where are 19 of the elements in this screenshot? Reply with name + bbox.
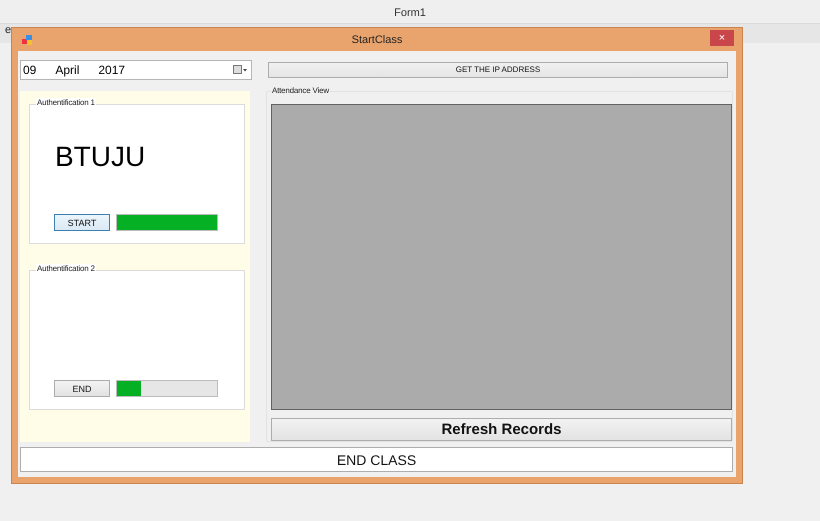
date-picker[interactable]: 09 April 2017 [20,60,252,80]
refresh-button[interactable]: Refresh Records [271,418,732,441]
window-title: StartClass [352,34,402,46]
get-ip-button[interactable]: GET THE IP ADDRESS [268,62,728,78]
calendar-dropdown-icon[interactable] [233,64,247,74]
end-class-button[interactable]: END CLASS [20,447,733,472]
date-year: 2017 [98,62,126,76]
close-button[interactable]: × [710,30,734,46]
code-label: BTUJU [55,141,146,174]
window-title: Form1 [394,7,426,21]
date-day: 09 [23,62,36,76]
label-fragment: e [5,24,12,36]
group-title: Attendance View [271,86,330,95]
group-title: Authentification 1 [36,98,96,107]
start-button[interactable]: START [54,214,110,231]
date-month: April [55,62,80,76]
group-title: Authentification 2 [36,264,96,273]
app-icon [22,34,32,44]
end-button[interactable]: END [54,380,110,397]
